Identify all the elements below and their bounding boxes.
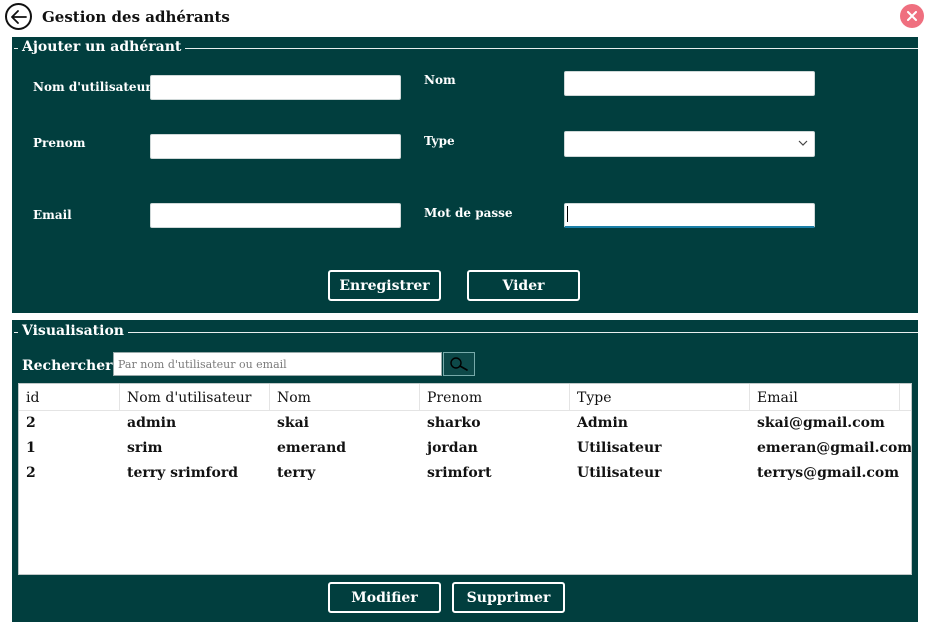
save-button[interactable]: Enregistrer: [328, 270, 441, 301]
nom-field[interactable]: [564, 71, 815, 96]
table-cell: emerand: [277, 440, 347, 456]
type-label: Type: [424, 134, 455, 148]
table-cell: terry: [277, 465, 316, 481]
table-cell: jordan: [427, 440, 478, 456]
table-cell: Admin: [577, 415, 628, 431]
window-title: Gestion des adhérants: [42, 8, 230, 26]
text-caret: [567, 206, 568, 222]
search-button[interactable]: [443, 352, 475, 376]
username-field[interactable]: [150, 75, 401, 100]
table-cell: terry srimford: [127, 465, 239, 481]
table-cell: skai: [277, 415, 309, 431]
password-label: Mot de passe: [424, 206, 513, 220]
table-cell: srimfort: [427, 465, 492, 481]
table-row[interactable]: 1 srim emerand jordan Utilisateur emeran…: [19, 436, 911, 461]
column-header[interactable]: Email: [750, 384, 900, 411]
column-header[interactable]: Nom: [270, 384, 420, 411]
column-header[interactable]: id: [19, 384, 120, 411]
table-row[interactable]: 2 terry srimford terry srimfort Utilisat…: [19, 461, 911, 486]
arrow-left-icon: [10, 9, 27, 24]
password-field[interactable]: [564, 203, 815, 228]
username-label: Nom d'utilisateur: [33, 80, 152, 94]
table-cell: terrys@gmail.com: [757, 465, 900, 481]
form-legend: Ajouter un adhérant: [18, 39, 186, 55]
nom-label: Nom: [424, 73, 456, 87]
type-select[interactable]: [564, 131, 815, 157]
back-button[interactable]: [5, 3, 32, 30]
modify-button[interactable]: Modifier: [328, 582, 441, 613]
prenom-label: Prenom: [33, 136, 86, 150]
email-field[interactable]: [150, 203, 401, 228]
table-cell: 2: [26, 415, 36, 431]
table-row[interactable]: 2 admin skai sharko Admin skai@gmail.com: [19, 411, 911, 436]
table-cell: sharko: [427, 415, 481, 431]
table-cell: 2: [26, 465, 36, 481]
close-icon: [907, 11, 917, 21]
table-cell: emeran@gmail.com: [757, 440, 912, 456]
title-bar: Gestion des adhérants: [0, 0, 930, 34]
email-label: Email: [33, 208, 72, 222]
column-header[interactable]: Type: [570, 384, 750, 411]
prenom-field[interactable]: [150, 134, 401, 159]
search-input[interactable]: [113, 352, 442, 376]
close-button[interactable]: [900, 4, 924, 28]
view-legend-line: [14, 332, 918, 333]
chevron-down-icon: [798, 140, 808, 146]
table-cell: Utilisateur: [577, 440, 662, 456]
table-cell: srim: [127, 440, 163, 456]
table-header: id Nom d'utilisateur Nom Prenom Type Ema…: [19, 384, 911, 411]
column-header[interactable]: Nom d'utilisateur: [120, 384, 270, 411]
table-cell: Utilisateur: [577, 465, 662, 481]
table-cell: skai@gmail.com: [757, 415, 885, 431]
delete-button[interactable]: Supprimer: [452, 582, 565, 613]
table-cell: 1: [26, 440, 36, 456]
table-cell: admin: [127, 415, 177, 431]
search-label: Rechercher: [22, 358, 113, 374]
column-header[interactable]: Prenom: [420, 384, 570, 411]
clear-button[interactable]: Vider: [467, 270, 580, 301]
members-table[interactable]: id Nom d'utilisateur Nom Prenom Type Ema…: [18, 383, 912, 575]
search-icon: [450, 357, 468, 371]
view-legend: Visualisation: [18, 323, 128, 339]
